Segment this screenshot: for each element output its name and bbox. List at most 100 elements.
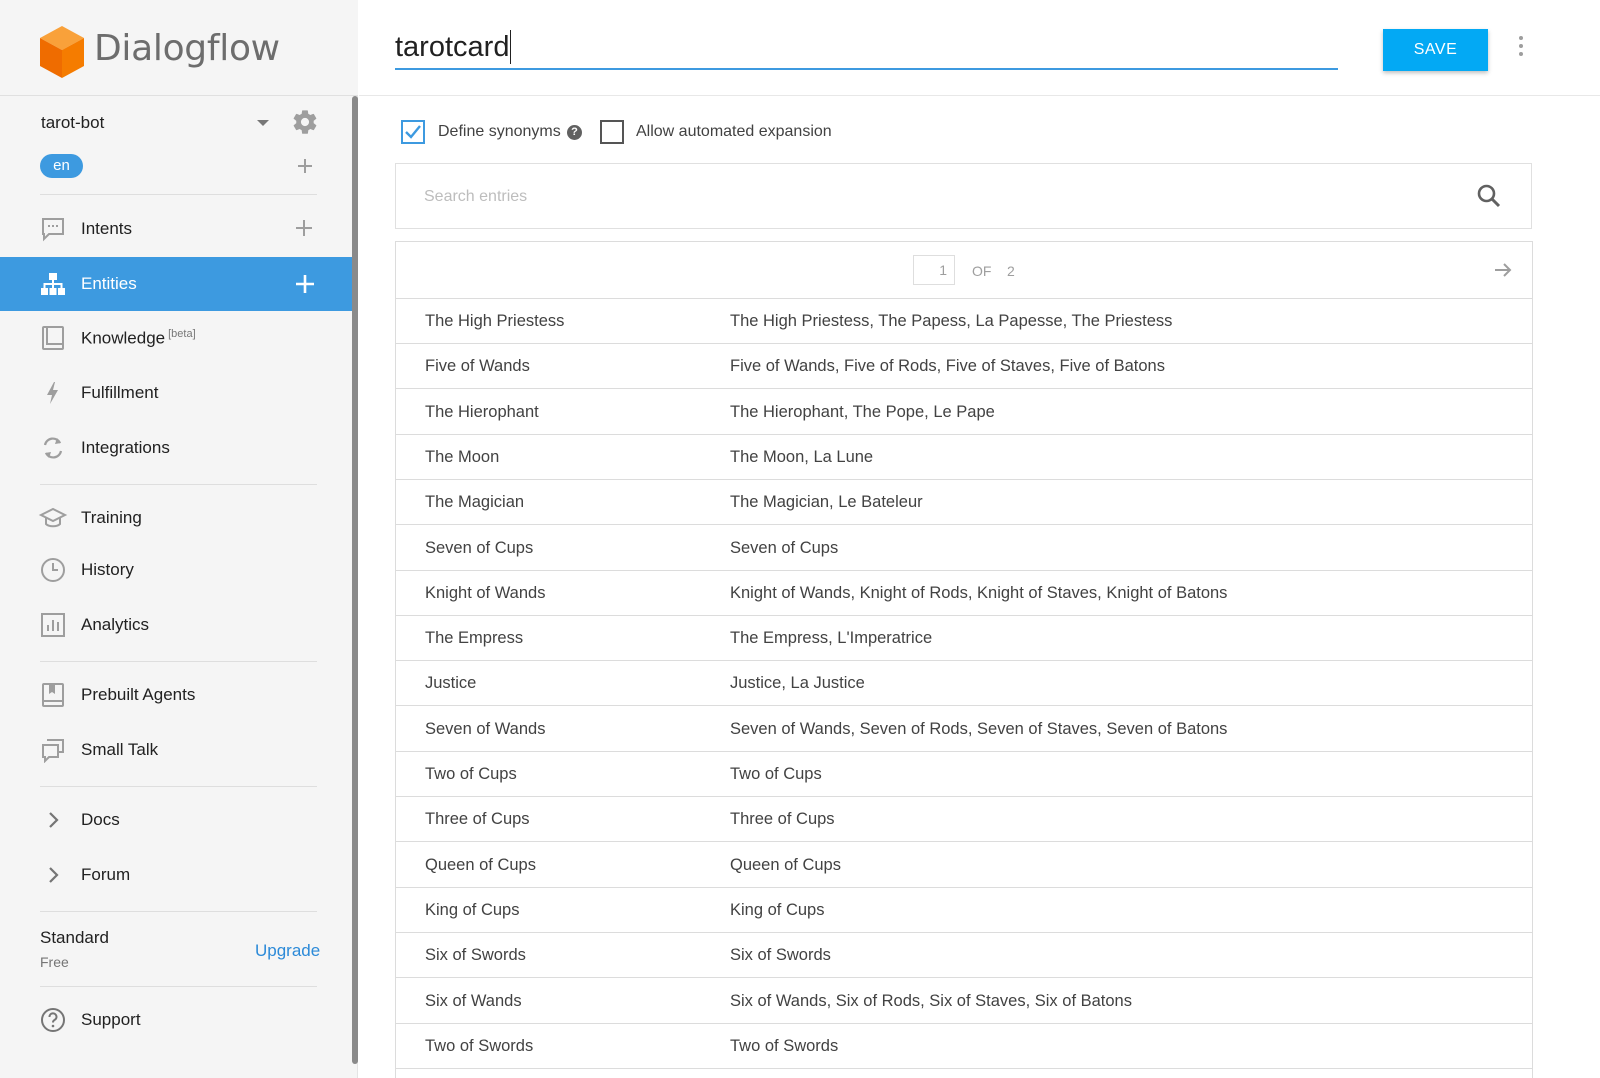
entry-reference-value[interactable]: Six of Swords	[425, 946, 526, 965]
table-row[interactable]: King of Cups King of Cups	[396, 888, 1532, 933]
entry-synonyms[interactable]: Knight of Wands, Knight of Rods, Knight …	[730, 584, 1227, 603]
entry-reference-value[interactable]: Three of Cups	[425, 810, 530, 829]
table-row[interactable]: Three of Cups Three of Cups	[396, 797, 1532, 843]
sidebar-item-analytics[interactable]: Analytics	[0, 598, 352, 652]
entry-synonyms[interactable]: Seven of Cups	[730, 539, 838, 558]
entry-synonyms[interactable]: Two of Cups	[730, 765, 822, 784]
entry-reference-value[interactable]: The Hierophant	[425, 403, 539, 422]
entry-reference-value[interactable]: Justice	[425, 674, 476, 693]
sidebar-item-fulfillment[interactable]: Fulfillment	[0, 366, 352, 420]
sidebar-item-knowledge[interactable]: Knowledge [beta]	[0, 311, 352, 365]
entry-synonyms[interactable]: The Hierophant, The Pope, Le Pape	[730, 403, 995, 422]
define-synonyms-label[interactable]: Define synonyms	[438, 123, 561, 141]
entry-synonyms[interactable]: Queen of Cups	[730, 856, 841, 875]
automated-expansion-label[interactable]: Allow automated expansion	[636, 123, 832, 141]
entity-name-input[interactable]	[395, 26, 1338, 70]
page-total: 2	[1007, 263, 1015, 279]
book-icon	[42, 326, 64, 350]
logo-area[interactable]: Dialogflow	[0, 0, 358, 96]
entry-reference-value[interactable]: Knight of Wands	[425, 584, 545, 603]
entry-synonyms[interactable]: The High Priestess, The Papess, La Papes…	[730, 312, 1172, 331]
sidebar-item-integrations[interactable]: Integrations	[0, 421, 352, 475]
entry-synonyms[interactable]: The Empress, L'Imperatrice	[730, 629, 932, 648]
table-row[interactable]: Queen of Cups Queen of Cups	[396, 843, 1532, 888]
sidebar-item-support[interactable]: Support	[0, 993, 352, 1047]
entry-reference-value[interactable]: Two of Cups	[425, 765, 517, 784]
define-synonyms-checkbox[interactable]	[401, 120, 425, 144]
entry-synonyms[interactable]: The Moon, La Lune	[730, 448, 873, 467]
sidebar-item-prebuilt-agents[interactable]: Prebuilt Agents	[0, 668, 352, 722]
table-row[interactable]: Two of Cups Two of Cups	[396, 752, 1532, 797]
sidebar-item-small-talk[interactable]: Small Talk	[0, 723, 352, 777]
clock-icon	[41, 558, 65, 582]
text-caret	[510, 30, 511, 64]
dialogflow-logo-icon	[40, 26, 84, 78]
checkmark-icon	[405, 125, 421, 139]
sidebar-item-label: Knowledge [beta]	[81, 328, 196, 349]
table-row[interactable]: Two of Swords Two of Swords	[396, 1024, 1532, 1069]
bolt-icon	[47, 382, 58, 404]
entry-reference-value[interactable]: Queen of Cups	[425, 856, 536, 875]
table-row[interactable]: Six of Wands Six of Wands, Six of Rods, S…	[396, 979, 1532, 1024]
table-row[interactable]: Knight of Wands Knight of Wands, Knight o…	[396, 571, 1532, 616]
entry-synonyms[interactable]: King of Cups	[730, 901, 824, 920]
table-row[interactable]: Seven of Wands Seven of Wands, Seven of R…	[396, 707, 1532, 752]
entry-synonyms[interactable]: Six of Swords	[730, 946, 831, 965]
agent-name[interactable]: tarot-bot	[41, 113, 104, 133]
table-row[interactable]: Justice Justice, La Justice	[396, 661, 1532, 707]
entry-reference-value[interactable]: King of Cups	[425, 901, 519, 920]
add-language-plus-icon[interactable]	[296, 157, 314, 175]
upgrade-link[interactable]: Upgrade	[255, 941, 320, 961]
sidebar-item-history[interactable]: History	[0, 543, 352, 597]
page-number-input[interactable]: 1	[913, 255, 955, 285]
entry-reference-value[interactable]: Seven of Wands	[425, 720, 545, 739]
entry-reference-value[interactable]: Two of Swords	[425, 1037, 533, 1056]
entry-synonyms[interactable]: Five of Wands, Five of Rods, Five of Sta…	[730, 357, 1165, 376]
search-icon[interactable]	[1476, 183, 1502, 209]
bookmark-icon	[42, 683, 64, 707]
automated-expansion-checkbox[interactable]	[600, 120, 624, 144]
entry-synonyms[interactable]: Justice, La Justice	[730, 674, 865, 693]
entry-synonyms[interactable]: Three of Cups	[730, 810, 835, 829]
arrow-right-icon[interactable]	[1492, 259, 1514, 281]
sidebar-item-docs[interactable]: Docs	[0, 793, 352, 847]
entry-reference-value[interactable]: The Magician	[425, 493, 524, 512]
sidebar-item-intents[interactable]: Intents	[0, 202, 352, 256]
chevron-right-icon	[49, 867, 59, 883]
language-pill[interactable]: en	[40, 154, 83, 178]
sidebar-item-entities[interactable]: Entities	[0, 257, 352, 311]
entry-reference-value[interactable]: The Moon	[425, 448, 499, 467]
entry-reference-value[interactable]: The High Priestess	[425, 312, 564, 331]
gear-icon[interactable]	[291, 108, 319, 136]
entry-reference-value[interactable]: Five of Wands	[425, 357, 530, 376]
sidebar-scrollbar[interactable]	[352, 96, 358, 1064]
table-row[interactable]: Seven of Cups Seven of Cups	[396, 526, 1532, 571]
sidebar-item-label: Prebuilt Agents	[81, 685, 196, 704]
entry-synonyms[interactable]: Six of Wands, Six of Rods, Six of Staves…	[730, 992, 1132, 1011]
sidebar-item-forum[interactable]: Forum	[0, 848, 352, 902]
add-entity-plus-icon[interactable]	[295, 274, 315, 294]
help-icon[interactable]: ?	[567, 125, 582, 140]
table-row[interactable]: The Empress The Empress, L'Imperatrice	[396, 616, 1532, 662]
entry-synonyms[interactable]: The Magician, Le Bateleur	[730, 493, 923, 512]
table-row[interactable]: Five of Wands Five of Wands, Five of Rods…	[396, 344, 1532, 390]
sidebar-item-training[interactable]: Training	[0, 491, 352, 545]
search-input[interactable]	[424, 184, 1464, 210]
table-row[interactable]: The Moon The Moon, La Lune	[396, 435, 1532, 480]
entry-reference-value[interactable]: Seven of Cups	[425, 539, 533, 558]
plan-tier: Free	[40, 954, 69, 970]
entry-reference-value[interactable]: The Empress	[425, 629, 523, 648]
entry-reference-value[interactable]: Six of Wands	[425, 992, 522, 1011]
knowledge-label: Knowledge	[81, 328, 166, 348]
table-row[interactable]: The Hierophant The Hierophant, The Pope, …	[396, 390, 1532, 435]
save-button[interactable]: SAVE	[1383, 29, 1488, 71]
sidebar-item-label: Integrations	[81, 438, 170, 457]
table-row[interactable]: The High Priestess The High Priestess, Th…	[396, 299, 1532, 344]
entry-synonyms[interactable]: Seven of Wands, Seven of Rods, Seven of …	[730, 720, 1227, 739]
add-intent-plus-icon[interactable]	[295, 219, 313, 237]
entry-synonyms[interactable]: Two of Swords	[730, 1037, 838, 1056]
more-vert-icon[interactable]	[1517, 36, 1525, 60]
table-row[interactable]: Six of Swords Six of Swords	[396, 933, 1532, 979]
chevron-down-icon[interactable]	[257, 120, 269, 126]
table-row[interactable]: The Magician The Magician, Le Bateleur	[396, 480, 1532, 526]
